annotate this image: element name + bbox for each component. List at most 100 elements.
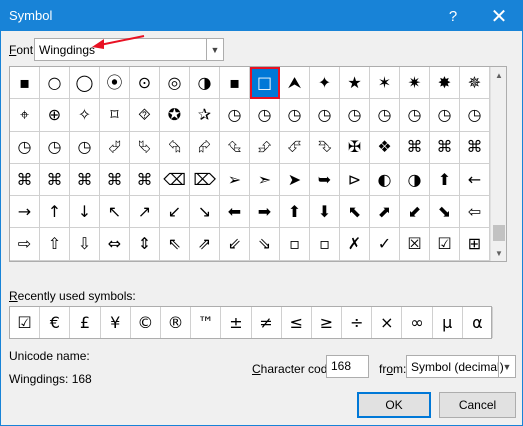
symbol-cell[interactable]: ⬆	[280, 196, 310, 229]
symbol-cell[interactable]: ◐	[370, 163, 400, 197]
symbol-cell[interactable]: ⊕	[40, 99, 70, 132]
scroll-thumb[interactable]	[493, 225, 505, 241]
chevron-down-icon[interactable]: ▼	[498, 356, 515, 377]
symbol-cell[interactable]: ↗	[130, 196, 160, 229]
symbol-cell[interactable]: ✧	[70, 99, 100, 132]
symbol-cell[interactable]: ✶	[370, 67, 400, 100]
symbol-cell[interactable]: ⮵	[250, 131, 280, 164]
symbol-cell[interactable]: ◑	[190, 67, 220, 100]
symbol-cell[interactable]: ○	[40, 67, 70, 100]
symbol-cell[interactable]: ⮝	[280, 67, 310, 100]
symbol-cell[interactable]: ↘	[190, 196, 220, 229]
symbol-cell[interactable]: →	[10, 196, 40, 229]
symbol-cell[interactable]: ◷	[10, 131, 40, 164]
symbol-cell[interactable]: □	[250, 67, 280, 100]
symbol-cell[interactable]: ◷	[430, 99, 460, 132]
symbol-cell[interactable]: ✪	[160, 99, 190, 132]
symbol-cell[interactable]: ✵	[460, 67, 490, 100]
symbol-cell[interactable]: ◑	[400, 163, 430, 197]
symbol-cell[interactable]: ◷	[70, 131, 100, 164]
symbol-cell[interactable]: ↙	[160, 196, 190, 229]
symbol-cell[interactable]: ⌘	[10, 163, 40, 197]
symbol-cell[interactable]: ⇗	[190, 228, 220, 261]
symbol-cell[interactable]: ◷	[280, 99, 310, 132]
symbol-cell[interactable]: ✠	[340, 131, 370, 164]
symbol-cell[interactable]: ◷	[370, 99, 400, 132]
symbol-cell[interactable]: ⊙	[130, 67, 160, 100]
symbol-cell[interactable]: ◷	[460, 99, 490, 132]
recent-symbol-cell[interactable]: ®	[161, 307, 192, 338]
symbol-cell[interactable]: ⇔	[100, 228, 130, 261]
symbol-cell[interactable]: ◷	[340, 99, 370, 132]
symbol-cell[interactable]: ⇕	[130, 228, 160, 261]
grid-scrollbar[interactable]: ▲ ▼	[490, 67, 506, 261]
symbol-cell[interactable]: ⮳	[190, 131, 220, 164]
symbol-cell[interactable]: ✦	[310, 67, 340, 100]
recent-symbol-cell[interactable]: ≤	[282, 307, 312, 338]
symbol-grid[interactable]: ▪ ○ ◯ ⦿ ⊙ ◎ ◑ ▪ □ ⮝ ✦ ★ ✶ ✷ ✸ ✵ ⌖ ⊕ ✧ ⌑ ⯑ ✪ ✰ ◷ ◷ ◷ ◷ ◷ ◷ ◷ ◷ ◷ ◷ ◷ ◷ ⮰ ⮱ ⮲ ⮳ ⮴…	[10, 67, 490, 261]
symbol-cell[interactable]: ◷	[250, 99, 280, 132]
recent-symbol-cell[interactable]: ≠	[252, 307, 282, 338]
symbol-cell[interactable]: ▫	[280, 228, 310, 261]
symbol-cell[interactable]: ➡	[250, 196, 280, 229]
symbol-cell[interactable]: ▪	[10, 67, 40, 100]
symbol-cell[interactable]: ⬊	[430, 196, 460, 229]
symbol-cell[interactable]: ⊳	[340, 163, 370, 197]
recent-symbol-cell[interactable]: €	[40, 307, 71, 338]
symbol-cell[interactable]: ☒	[400, 228, 430, 261]
recent-symbol-cell[interactable]: ≥	[312, 307, 343, 338]
symbol-cell[interactable]: ↓	[70, 196, 100, 229]
symbol-cell[interactable]: ⌘	[430, 131, 460, 164]
symbol-cell[interactable]: ⌘	[460, 131, 490, 164]
recent-symbol-cell[interactable]: ™	[191, 307, 222, 338]
symbol-cell[interactable]: ⌘	[40, 163, 70, 197]
symbol-cell[interactable]: ⌘	[130, 163, 160, 197]
symbol-cell[interactable]: ❖	[370, 131, 400, 164]
recent-symbol-cell[interactable]: ☑	[10, 307, 41, 338]
close-button[interactable]: ✕	[477, 1, 521, 31]
symbol-cell[interactable]: ☑	[430, 228, 460, 261]
symbol-cell[interactable]: ⌘	[70, 163, 100, 197]
recent-symbol-cell[interactable]: ±	[221, 307, 252, 338]
ok-button[interactable]: OK	[357, 392, 431, 418]
symbol-cell[interactable]: ↑	[40, 196, 70, 229]
symbol-cell[interactable]: ◷	[310, 99, 340, 132]
symbol-cell[interactable]: ⇖	[160, 228, 190, 261]
symbol-cell[interactable]: ➢	[220, 163, 250, 197]
symbol-cell[interactable]: ⌘	[400, 131, 430, 164]
recent-symbol-cell[interactable]: α	[463, 307, 493, 338]
symbol-cell[interactable]: ◷	[400, 99, 430, 132]
scroll-up-icon[interactable]: ▲	[491, 67, 507, 83]
symbol-cell[interactable]: ⮶	[280, 131, 310, 164]
symbol-cell[interactable]: ⮰	[100, 131, 130, 164]
symbol-cell[interactable]: ◷	[220, 99, 250, 132]
recent-symbol-cell[interactable]: ÷	[342, 307, 373, 338]
chevron-down-icon[interactable]: ▼	[206, 39, 223, 60]
symbol-cell[interactable]: ✷	[400, 67, 430, 100]
symbol-cell[interactable]: ⌖	[10, 99, 40, 132]
symbol-cell[interactable]: ⊞	[460, 228, 490, 261]
symbol-cell[interactable]: ⮴	[220, 131, 250, 164]
symbol-cell[interactable]: ⬆	[430, 163, 460, 197]
title-bar[interactable]: Symbol ? ✕	[1, 1, 522, 31]
recent-symbol-cell[interactable]: μ	[433, 307, 463, 338]
recent-symbol-cell[interactable]: £	[70, 307, 101, 338]
symbol-cell[interactable]: ✗	[340, 228, 370, 261]
symbol-cell[interactable]: ⬋	[400, 196, 430, 229]
symbol-cell[interactable]: ⬅	[220, 196, 250, 229]
scroll-down-icon[interactable]: ▼	[491, 245, 507, 261]
symbol-cell[interactable]: ▫	[310, 228, 340, 261]
symbol-cell[interactable]: ⮷	[310, 131, 340, 164]
symbol-cell[interactable]: ◷	[40, 131, 70, 164]
symbol-cell[interactable]: ➣	[250, 163, 280, 197]
symbol-cell[interactable]: ⮲	[160, 131, 190, 164]
symbol-cell[interactable]: ⯑	[130, 99, 160, 132]
symbol-cell[interactable]: ⇘	[250, 228, 280, 261]
symbol-cell[interactable]: ⬉	[340, 196, 370, 229]
recent-symbols-grid[interactable]: ☑ € £ ¥ © ® ™ ± ≠ ≤ ≥ ÷ × ∞ μ α	[9, 306, 493, 339]
symbol-cell[interactable]: ✸	[430, 67, 460, 100]
character-code-input[interactable]: 168	[326, 355, 369, 378]
recent-symbol-cell[interactable]: ¥	[101, 307, 131, 338]
symbol-cell[interactable]: ⌫	[160, 163, 190, 197]
symbol-cell[interactable]: ◎	[160, 67, 190, 100]
